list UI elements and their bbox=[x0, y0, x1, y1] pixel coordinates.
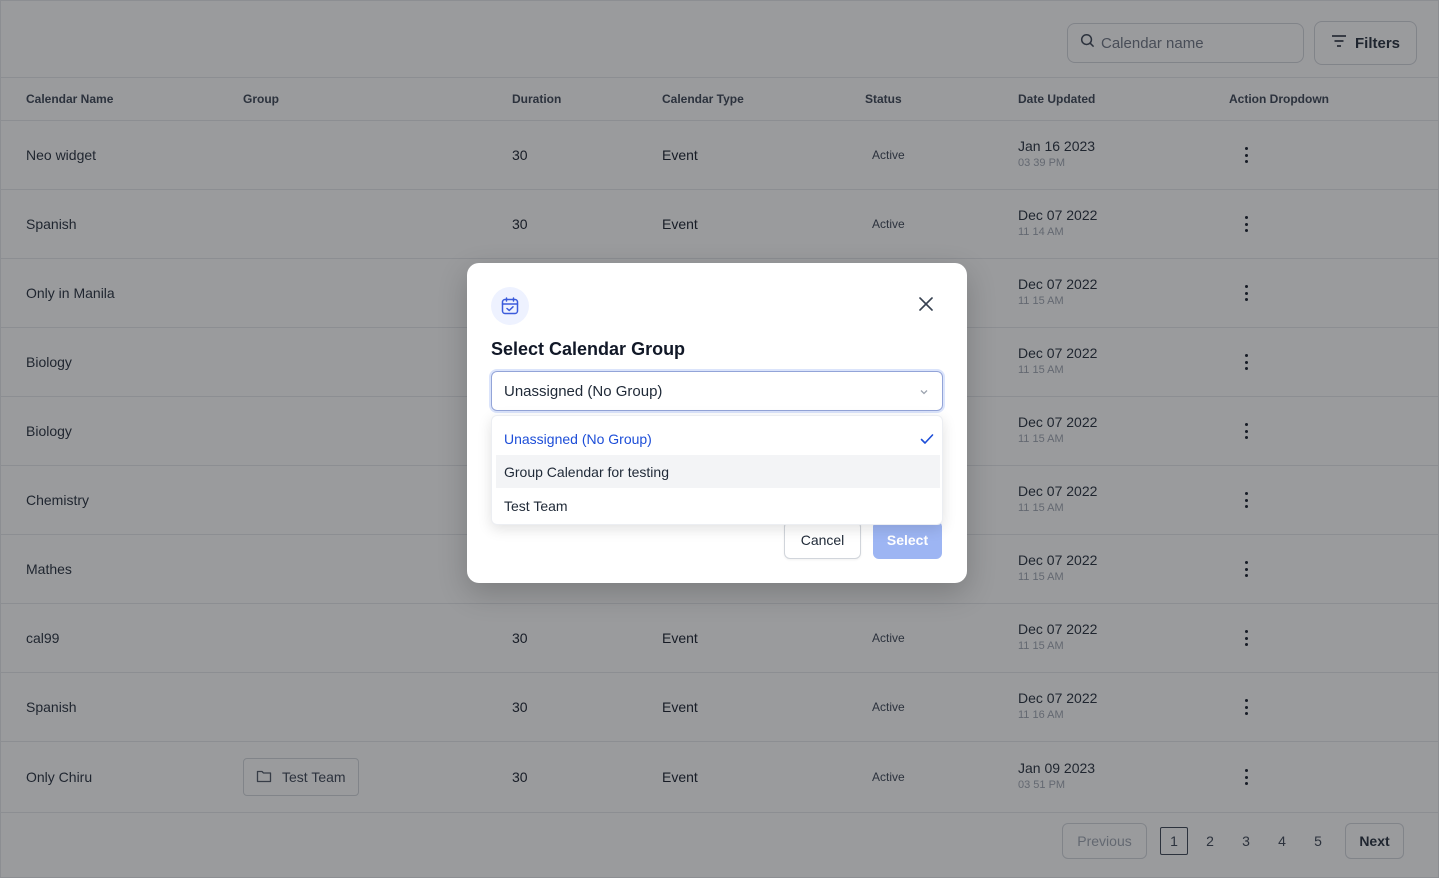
modal-title: Select Calendar Group bbox=[491, 339, 686, 359]
cancel-button[interactable]: Cancel bbox=[784, 521, 861, 559]
option-unassigned[interactable]: Unassigned (No Group) bbox=[496, 422, 940, 455]
option-label: Unassigned (No Group) bbox=[504, 430, 652, 447]
option-label: Test Team bbox=[504, 497, 568, 514]
option-label: Group Calendar for testing bbox=[504, 463, 669, 480]
close-icon[interactable] bbox=[916, 294, 936, 314]
select-value: Unassigned (No Group) bbox=[504, 382, 663, 400]
option-test-team[interactable]: Test Team bbox=[496, 489, 940, 522]
calendar-group-dropdown: Unassigned (No Group) Group Calendar for… bbox=[491, 415, 943, 525]
chevron-down-icon bbox=[918, 385, 930, 402]
select-calendar-group-modal: Select Calendar Group Unassigned (No Gro… bbox=[467, 263, 967, 583]
select-button[interactable]: Select bbox=[873, 521, 942, 559]
check-icon bbox=[920, 432, 934, 448]
calendar-check-icon bbox=[491, 287, 529, 325]
option-group-calendar-for-testing[interactable]: Group Calendar for testing bbox=[496, 455, 940, 488]
calendar-group-select[interactable]: Unassigned (No Group) bbox=[491, 371, 943, 411]
